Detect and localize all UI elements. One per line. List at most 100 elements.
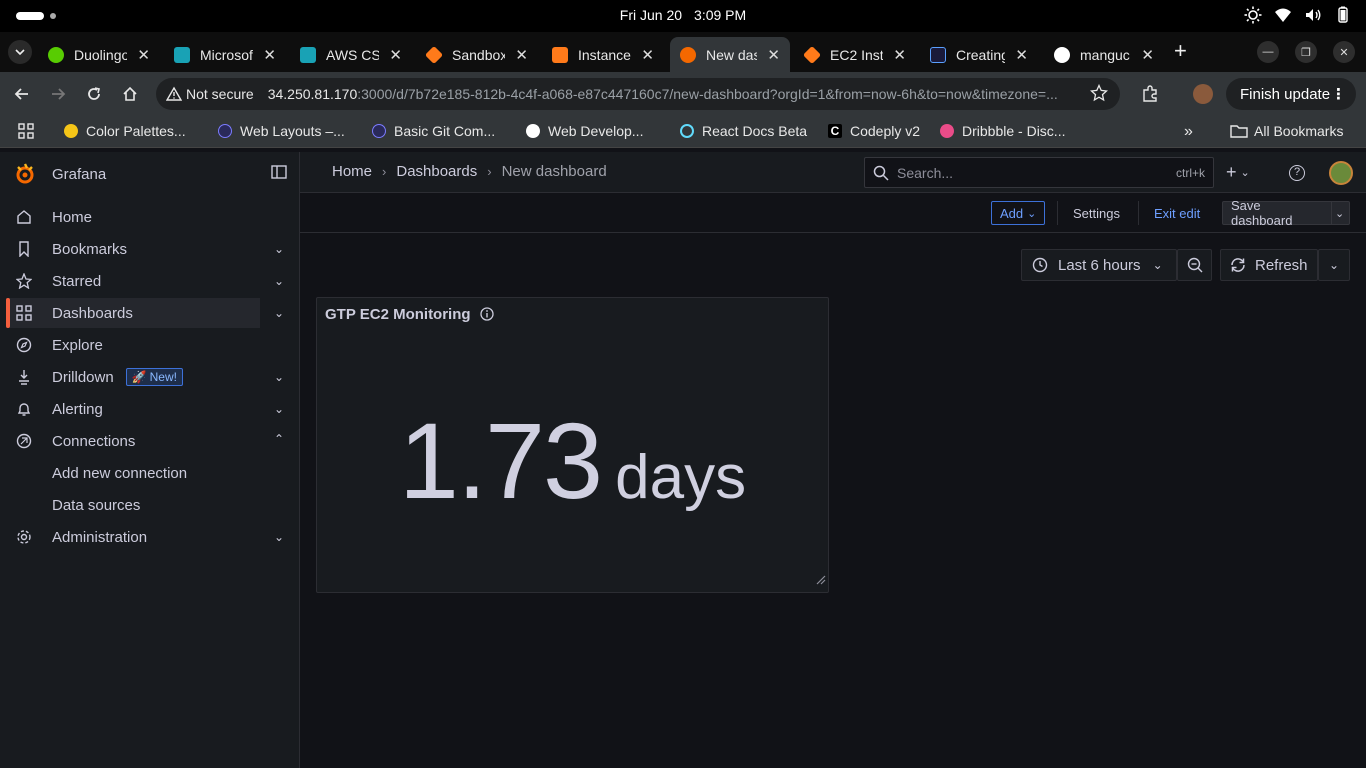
forward-icon[interactable] — [48, 84, 68, 104]
resize-handle-icon[interactable] — [816, 572, 826, 590]
close-icon[interactable]: ✕ — [641, 46, 654, 64]
help-icon[interactable]: ? — [1289, 165, 1305, 181]
chevron-down-icon[interactable]: ⌄ — [274, 274, 284, 288]
refresh-interval-button[interactable]: ⌄ — [1318, 249, 1350, 281]
bookmarks-bar: Color Palettes... Web Layouts –... Basic… — [0, 116, 1366, 148]
bookmark-item[interactable]: C Codeply v2 — [828, 123, 920, 139]
nav-alerting[interactable]: Alerting — [6, 394, 260, 424]
tab-search-button[interactable] — [8, 40, 32, 64]
time-range-label: Last 6 hours — [1058, 256, 1141, 274]
nav-starred[interactable]: Starred — [6, 266, 260, 296]
breadcrumb-dashboards[interactable]: Dashboards — [396, 163, 477, 180]
os-clock[interactable]: Fri Jun 20 3:09 PM — [0, 7, 1366, 23]
chevron-down-icon[interactable]: ⌄ — [274, 370, 284, 384]
bookmark-item[interactable]: Color Palettes... — [64, 123, 186, 139]
close-icon[interactable]: ✕ — [515, 46, 528, 64]
browser-tab[interactable]: AWS CS... ✕ — [290, 37, 412, 72]
os-time: 3:09 PM — [694, 7, 747, 23]
dock-menu-icon[interactable] — [271, 165, 287, 184]
info-icon[interactable] — [480, 307, 494, 326]
nav-dashboards[interactable]: Dashboards — [6, 298, 260, 328]
add-button[interactable]: Add ⌄ — [991, 201, 1046, 225]
chevron-up-icon[interactable]: ⌃ — [274, 432, 284, 446]
browser-tab[interactable]: Microsoft ✕ — [164, 37, 286, 72]
os-date: Fri Jun 20 — [619, 7, 683, 23]
apps-grid-icon[interactable] — [18, 123, 34, 139]
bookmark-label: Dribbble - Disc... — [962, 123, 1066, 139]
back-icon[interactable] — [12, 84, 32, 104]
close-icon[interactable]: ✕ — [893, 46, 906, 64]
search-input[interactable]: Search... ctrl+k — [864, 157, 1214, 188]
close-icon[interactable]: ✕ — [767, 46, 780, 64]
bookmark-item[interactable]: Web Layouts –... — [218, 123, 345, 139]
breadcrumb-home[interactable]: Home — [332, 163, 372, 180]
minimize-button[interactable]: — — [1257, 41, 1279, 63]
nav-connections[interactable]: Connections — [6, 426, 260, 456]
browser-tab[interactable]: Duolingo ✕ — [38, 37, 160, 72]
bookmark-label: Codeply v2 — [850, 123, 921, 139]
browser-toolbar: Not secure 34.250.81.170:3000/d/7b72e185… — [0, 72, 1366, 116]
nav-home[interactable]: Home — [6, 202, 260, 232]
close-window-button[interactable]: ✕ — [1333, 41, 1355, 63]
bookmark-item[interactable]: Web Develop... — [526, 123, 643, 139]
close-icon[interactable]: ✕ — [1015, 46, 1028, 64]
bookmark-star-icon[interactable] — [1089, 83, 1109, 105]
settings-button[interactable]: Settings — [1065, 201, 1128, 225]
reload-icon[interactable] — [84, 84, 104, 104]
chevron-down-icon[interactable]: ⌄ — [274, 242, 284, 256]
new-tab-button[interactable]: + — [1174, 40, 1187, 62]
close-icon[interactable]: ✕ — [1141, 46, 1154, 64]
zoom-out-button[interactable] — [1177, 249, 1212, 281]
nav-add-new-connection[interactable]: Add new connection — [6, 458, 260, 488]
grafana-home-link[interactable]: Grafana — [14, 162, 106, 186]
chevron-down-icon[interactable]: ⌄ — [274, 306, 284, 320]
nav-drilldown[interactable]: Drilldown 🚀 New! — [6, 362, 260, 392]
chevron-down-icon[interactable]: ⌄ — [274, 402, 284, 416]
time-range-picker[interactable]: Last 6 hours ⌄ — [1021, 249, 1177, 281]
address-bar[interactable]: Not secure 34.250.81.170:3000/d/7b72e185… — [156, 78, 1120, 110]
profile-avatar[interactable] — [1193, 84, 1213, 104]
user-avatar[interactable] — [1329, 161, 1353, 185]
save-options-button[interactable]: ⌄ — [1332, 201, 1350, 225]
new-badge: 🚀 New! — [125, 368, 183, 386]
bookmark-item[interactable]: React Docs Beta — [680, 123, 807, 139]
security-indicator[interactable]: Not secure — [166, 86, 254, 102]
maximize-button[interactable]: ❐ — [1295, 41, 1317, 63]
save-dashboard-button[interactable]: Save dashboard — [1222, 198, 1332, 228]
more-vert-icon: ⋮ — [1331, 86, 1346, 103]
nav-administration[interactable]: Administration — [6, 522, 260, 552]
close-icon[interactable]: ✕ — [389, 46, 402, 64]
nav-bookmarks[interactable]: Bookmarks — [6, 234, 260, 264]
browser-tab[interactable]: Creating ✕ — [920, 37, 1038, 72]
finish-update-button[interactable]: Finish update ⋮ — [1226, 78, 1356, 110]
nav-data-sources[interactable]: Data sources — [6, 490, 260, 520]
home-icon — [17, 210, 31, 224]
refresh-button[interactable]: Refresh — [1220, 249, 1318, 281]
browser-tab-strip: Duolingo ✕ Microsoft ✕ AWS CS... ✕ Sandbox ✕… — [0, 32, 1366, 72]
exit-edit-button[interactable]: Exit edit — [1146, 201, 1208, 225]
bookmark-item[interactable]: Basic Git Com... — [372, 123, 495, 139]
chevron-down-icon[interactable]: ⌄ — [274, 530, 284, 544]
browser-tab[interactable]: manguc ✕ — [1044, 37, 1164, 72]
stat-panel[interactable]: GTP EC2 Monitoring 1.73 days — [316, 297, 829, 593]
breadcrumb: Home › Dashboards › New dashboard — [332, 163, 607, 180]
home-icon[interactable] — [120, 84, 140, 104]
extensions-icon[interactable] — [1140, 84, 1160, 104]
panel-title[interactable]: GTP EC2 Monitoring — [325, 306, 471, 323]
new-item-button[interactable]: + ⌄ — [1226, 162, 1250, 183]
close-icon[interactable]: ✕ — [263, 46, 276, 64]
more-bookmarks-icon[interactable]: » — [1184, 123, 1193, 141]
all-bookmarks-button[interactable]: All Bookmarks — [1230, 123, 1343, 139]
url-text[interactable]: 34.250.81.170:3000/d/7b72e185-812b-4c4f-… — [268, 86, 1072, 102]
bookmark-item[interactable]: Dribbble - Disc... — [940, 123, 1065, 139]
nav-explore[interactable]: Explore — [6, 330, 260, 360]
close-icon[interactable]: ✕ — [137, 46, 150, 64]
browser-tab[interactable]: Sandbox ✕ — [416, 37, 538, 72]
bookmark-favicon — [64, 124, 78, 138]
system-tray[interactable] — [1244, 6, 1352, 24]
grafana-logo-icon — [16, 163, 34, 184]
browser-tab[interactable]: Instances ✕ — [542, 37, 664, 72]
browser-tab[interactable]: EC2 Instances ✕ — [794, 37, 916, 72]
browser-tab-active[interactable]: New dashboard ✕ — [670, 37, 790, 72]
codeply-icon: C — [828, 124, 842, 138]
